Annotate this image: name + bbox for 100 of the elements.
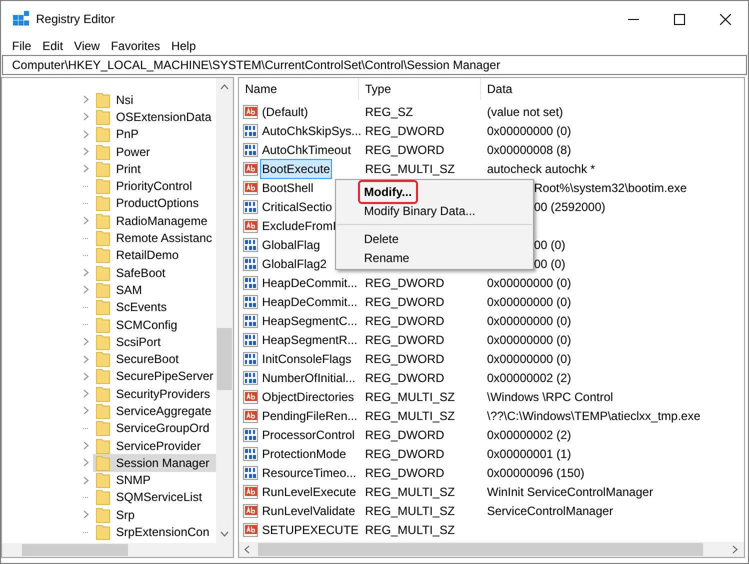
- chevron-icon[interactable]: [83, 216, 89, 226]
- scroll-down-icon[interactable]: [220, 531, 229, 537]
- tree-item[interactable]: RadioManageme: [93, 212, 216, 230]
- tree-item[interactable]: PnP: [93, 126, 216, 143]
- value-name[interactable]: HeapDeCommit...: [261, 274, 358, 292]
- horizontal-scrollbar[interactable]: [2, 543, 233, 557]
- tree-item[interactable]: ScEvents: [93, 298, 216, 316]
- value-name[interactable]: ResourceTimeo...: [261, 464, 358, 482]
- menu-option[interactable]: Modify...: [360, 182, 416, 202]
- column-header[interactable]: Type: [359, 78, 481, 100]
- value-name[interactable]: ProtectionMode: [261, 444, 348, 462]
- minimize-icon: [628, 18, 638, 20]
- value-name[interactable]: BootExecute: [261, 160, 332, 178]
- tree-item[interactable]: Nsi: [93, 91, 216, 108]
- value-data: 0x00000000 (0): [487, 276, 572, 290]
- value-name[interactable]: HeapSegmentR...: [261, 330, 358, 348]
- menu-option[interactable]: Modify Binary Data...: [360, 200, 480, 220]
- menu-item[interactable]: Help: [171, 36, 196, 54]
- chevron-icon[interactable]: [83, 406, 89, 416]
- chevron-icon[interactable]: [83, 285, 89, 294]
- chevron-icon[interactable]: [83, 372, 89, 381]
- value-name[interactable]: RunLevelValidate: [261, 502, 356, 520]
- tree-item[interactable]: SAM: [93, 281, 216, 299]
- menu-option[interactable]: Rename: [360, 248, 414, 268]
- folder-icon: [96, 92, 110, 108]
- menu-item[interactable]: Edit: [42, 36, 64, 54]
- tree-item[interactable]: SrpExtensionCon: [93, 523, 216, 541]
- value-name[interactable]: NumberOfInitial...: [261, 368, 356, 386]
- binary-value-icon: [243, 142, 259, 158]
- tree-item[interactable]: Session Manager: [93, 454, 216, 472]
- tree-item[interactable]: ServiceProvider: [93, 436, 216, 454]
- value-name[interactable]: InitConsoleFlags: [261, 350, 352, 368]
- chevron-icon[interactable]: [83, 112, 89, 122]
- vertical-scrollbar[interactable]: [216, 78, 233, 543]
- tree-item[interactable]: SecurePipeServer: [93, 368, 216, 386]
- tree-item[interactable]: Remote Assistanc: [93, 229, 216, 247]
- chevron-icon[interactable]: [83, 510, 89, 520]
- value-name[interactable]: HeapDeCommit...: [261, 292, 358, 310]
- address-bar[interactable]: Computer\HKEY_LOCAL_MACHINE\SYSTEM\CurrentControlSet\Control\Session Manager: [2, 55, 747, 75]
- tree-item[interactable]: Power: [93, 142, 216, 160]
- menu-item[interactable]: File: [12, 36, 32, 54]
- chevron-icon[interactable]: [83, 389, 89, 398]
- chevron-icon[interactable]: [83, 95, 89, 104]
- tree-item[interactable]: SNMP: [93, 472, 216, 489]
- chevron-icon[interactable]: [83, 268, 89, 278]
- value-name[interactable]: GlobalFlag2: [261, 254, 328, 272]
- tree-item[interactable]: RetailDemo: [93, 246, 216, 264]
- value-name[interactable]: RunLevelExecute: [261, 482, 358, 500]
- scroll-up-icon[interactable]: [220, 84, 229, 90]
- tree-item[interactable]: PriorityControl: [93, 177, 216, 195]
- chevron-icon[interactable]: [83, 130, 89, 139]
- tree-item[interactable]: ServiceGroupOrd: [93, 420, 216, 437]
- value-name[interactable]: ObjectDirectories: [261, 388, 356, 406]
- binary-value-icon: [243, 274, 259, 290]
- scroll-left-icon[interactable]: [244, 545, 250, 554]
- tree-item[interactable]: SecurityProviders: [93, 385, 216, 402]
- column-header[interactable]: Name: [239, 78, 359, 100]
- tree-item[interactable]: SecureBoot: [93, 350, 216, 368]
- value-data: 0x00000001 (1): [487, 446, 572, 460]
- value-name[interactable]: ProcessorControl: [261, 426, 356, 444]
- column-header[interactable]: Data: [481, 78, 744, 100]
- menu-option[interactable]: Delete: [360, 228, 403, 248]
- value-type: REG_DWORD: [365, 142, 444, 156]
- value-name[interactable]: GlobalFlag: [261, 236, 322, 254]
- folder-icon: [96, 230, 110, 246]
- tree-item[interactable]: ScsiPort: [93, 333, 216, 350]
- value-name[interactable]: SETUPEXECUTE: [261, 520, 360, 538]
- tree-item[interactable]: SCMConfig: [93, 316, 216, 334]
- tree-item[interactable]: Print: [93, 160, 216, 178]
- chevron-icon[interactable]: [83, 164, 89, 174]
- value-name[interactable]: BootShell: [261, 178, 314, 196]
- tree-item[interactable]: ServiceAggregate: [93, 402, 216, 420]
- tree-item[interactable]: SafeBoot: [93, 264, 216, 282]
- tree-item[interactable]: ProductOptions: [93, 194, 216, 212]
- tree-item[interactable]: Srp: [93, 506, 216, 524]
- horizontal-scrollbar[interactable]: [239, 542, 744, 557]
- value-type: REG_DWORD: [365, 294, 444, 308]
- chevron-icon[interactable]: [83, 337, 89, 346]
- value-name[interactable]: CriticalSectio: [261, 198, 334, 216]
- value-name[interactable]: AutoChkTimeout: [261, 140, 352, 158]
- tree-item[interactable]: OSExtensionData: [93, 108, 216, 126]
- chevron-icon[interactable]: [83, 354, 89, 364]
- value-name[interactable]: PendingFileRen...: [261, 406, 358, 424]
- chevron-icon[interactable]: [83, 441, 89, 450]
- folder-icon: [96, 524, 110, 540]
- chevron-icon[interactable]: [83, 147, 89, 156]
- maximize-icon: [674, 14, 684, 24]
- chevron-icon[interactable]: [83, 476, 89, 485]
- scroll-right-icon[interactable]: [732, 545, 738, 554]
- value-name[interactable]: HeapSegmentC...: [261, 312, 358, 330]
- value-name[interactable]: AutoChkSkipSys...: [261, 122, 362, 140]
- value-data: 0x00000000 (0): [487, 124, 572, 138]
- value-name[interactable]: ExcludeFromI: [261, 216, 338, 234]
- menu-item[interactable]: Favorites: [110, 36, 160, 54]
- value-type: REG_DWORD: [365, 332, 444, 346]
- value-name[interactable]: (Default): [261, 102, 310, 120]
- scrollbar-thumb[interactable]: [217, 328, 232, 390]
- tree-item[interactable]: SQMServiceList: [93, 488, 216, 506]
- menu-item[interactable]: View: [74, 36, 100, 54]
- chevron-icon[interactable]: [83, 458, 89, 468]
